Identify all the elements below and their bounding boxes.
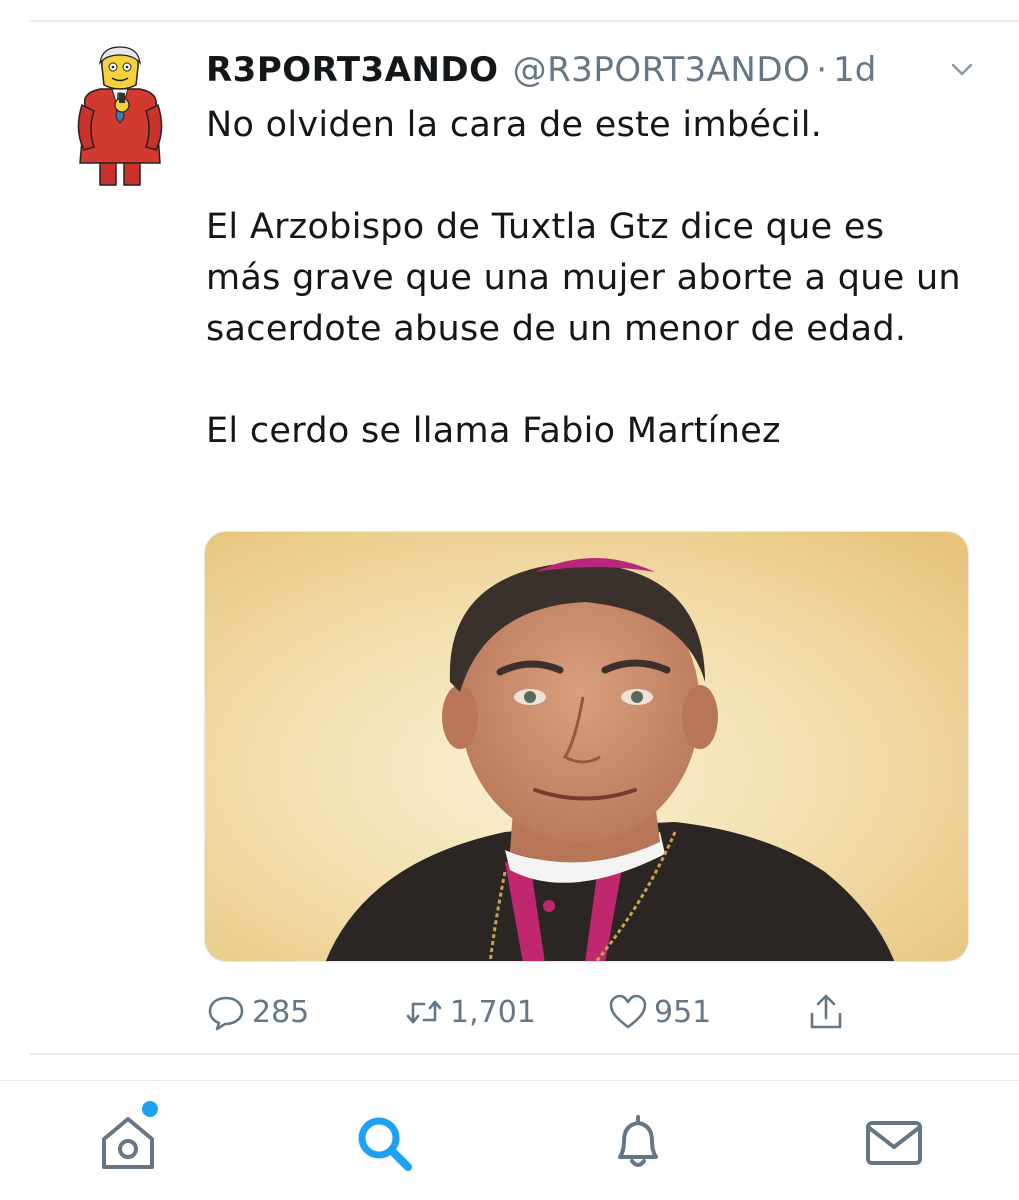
tweet-divider	[30, 1053, 1019, 1055]
chevron-down-icon[interactable]	[947, 54, 977, 84]
share-button[interactable]	[806, 986, 852, 1038]
bottom-tab-bar	[0, 1081, 1019, 1200]
reply-count: 285	[252, 994, 310, 1030]
separator-dot: ·	[816, 50, 828, 90]
display-name[interactable]: R3PORT3ANDO	[206, 50, 499, 90]
heart-icon	[609, 994, 647, 1029]
tweet-header: R3PORT3ANDO @R3PORT3ANDO · 1d	[206, 48, 999, 92]
tweet-text: No olviden la cara de este imbécil. El A…	[206, 100, 966, 457]
reply-button[interactable]: 285	[206, 986, 309, 1038]
top-divider	[30, 20, 1019, 22]
retweet-button[interactable]: 1,701	[404, 986, 536, 1038]
tweet-paragraph-3: El cerdo se llama Fabio Martínez	[206, 411, 781, 451]
retweet-count: 1,701	[450, 994, 536, 1030]
tab-search[interactable]	[352, 1111, 416, 1175]
user-avatar[interactable]	[70, 45, 170, 190]
tab-messages[interactable]	[862, 1111, 926, 1175]
reply-icon	[208, 996, 244, 1031]
like-count: 951	[654, 994, 712, 1030]
tweet-paragraph-1: No olviden la cara de este imbécil.	[206, 105, 823, 145]
user-handle[interactable]: @R3PORT3ANDO	[513, 50, 811, 90]
tweet-paragraph-2: El Arzobispo de Tuxtla Gtz dice que es m…	[206, 207, 961, 349]
retweet-icon	[406, 1000, 442, 1024]
tweet-actions: 285 1,701 951	[206, 986, 856, 1038]
like-button[interactable]: 951	[608, 986, 711, 1038]
mail-icon	[866, 1121, 922, 1165]
tweet-timestamp[interactable]: 1d	[833, 50, 876, 90]
search-icon	[358, 1117, 412, 1171]
bell-icon	[618, 1115, 658, 1167]
home-icon	[102, 1117, 154, 1169]
tab-home[interactable]	[96, 1101, 160, 1175]
tab-notifications[interactable]	[606, 1111, 670, 1175]
notification-dot	[142, 1101, 158, 1117]
share-icon	[810, 994, 842, 1029]
tweet-media-photo[interactable]	[204, 531, 969, 962]
